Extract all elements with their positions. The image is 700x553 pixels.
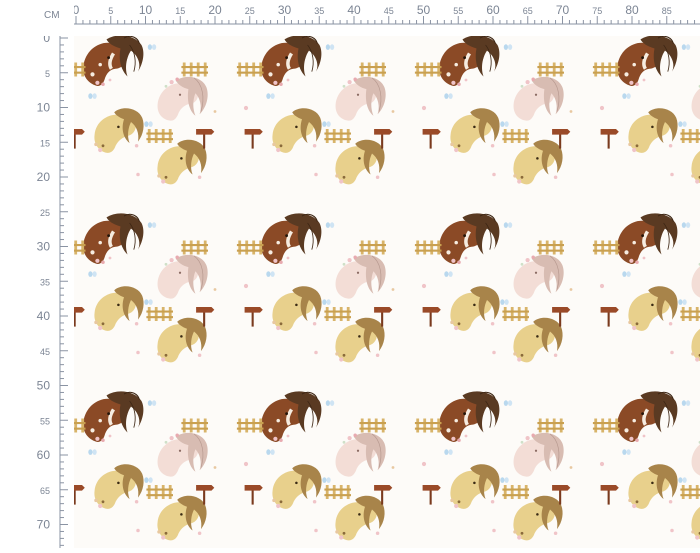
top-ruler: 0 5 10 15 20 25 30 35 40 45 50 55 60 65 70 75 80 85 — [73, 0, 700, 36]
top-ruler-label: 20 — [208, 3, 222, 17]
top-ruler-label: 10 — [139, 3, 153, 17]
top-ruler-label: 0 — [74, 3, 80, 17]
top-ruler-label: 15 — [175, 6, 185, 16]
horse-pattern — [74, 36, 700, 548]
top-ruler-label: 75 — [592, 6, 602, 16]
left-ruler-label: 5 — [45, 69, 50, 79]
top-ruler-label: 40 — [347, 3, 361, 17]
left-ruler-label: 15 — [40, 138, 50, 148]
left-ruler-label: 70 — [37, 518, 51, 532]
left-ruler-label: 35 — [40, 277, 50, 287]
top-ruler-label: 55 — [453, 6, 463, 16]
left-ruler-label: 30 — [37, 240, 51, 254]
left-ruler-label: 25 — [40, 208, 50, 218]
top-ruler-label: 80 — [625, 3, 639, 17]
top-ruler-label: 60 — [486, 3, 500, 17]
top-ruler-label: 25 — [245, 6, 255, 16]
left-ruler-label: 45 — [40, 347, 50, 357]
left-ruler-label: 60 — [37, 448, 51, 462]
ruler-corner: CM — [0, 0, 74, 36]
left-ruler-svg: 0 5 10 15 20 25 30 35 40 45 50 55 60 65 70 — [37, 31, 68, 548]
fabric-pattern-preview — [74, 36, 700, 548]
top-ruler-label: 45 — [384, 6, 394, 16]
left-ruler: 0 5 10 15 20 25 30 35 40 45 50 55 60 65 70 — [0, 31, 74, 548]
top-ruler-svg: 0 5 10 15 20 25 30 35 40 45 50 55 60 65 70 75 80 85 — [73, 3, 700, 25]
top-ruler-label: 5 — [108, 6, 113, 16]
top-ruler-label: 50 — [417, 3, 431, 17]
top-ruler-label: 70 — [556, 3, 570, 17]
left-ruler-label: 0 — [43, 36, 50, 45]
left-ruler-label: 65 — [40, 486, 50, 496]
pattern-fill — [74, 36, 700, 548]
top-ruler-label: 35 — [314, 6, 324, 16]
left-ruler-label: 55 — [40, 416, 50, 426]
ruler-unit-label: CM — [44, 10, 60, 21]
top-ruler-label: 30 — [278, 3, 292, 17]
left-ruler-label: 50 — [37, 379, 51, 393]
left-ruler-label: 40 — [37, 309, 51, 323]
top-ruler-label: 65 — [523, 6, 533, 16]
left-ruler-label: 20 — [37, 170, 51, 184]
top-ruler-label: 85 — [662, 6, 672, 16]
left-ruler-label: 10 — [37, 101, 51, 115]
